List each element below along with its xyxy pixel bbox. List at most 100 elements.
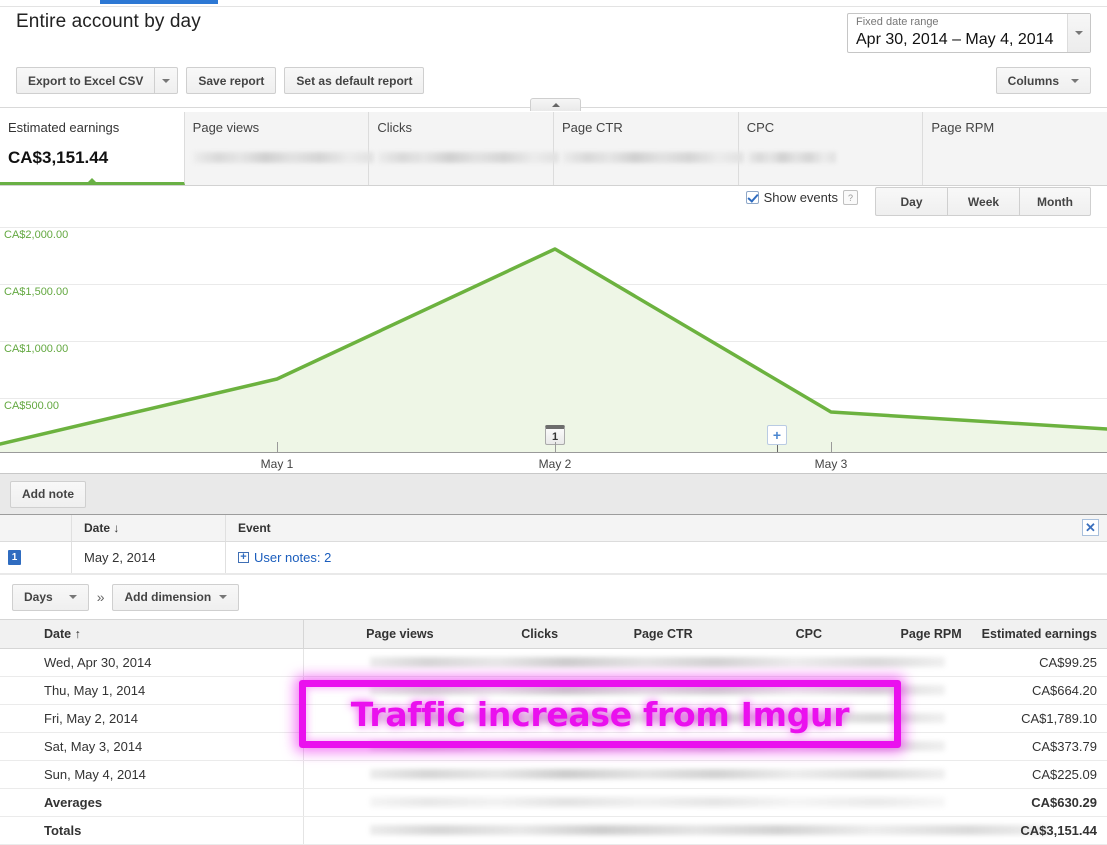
columns-button-label: Columns bbox=[1007, 73, 1059, 88]
metric-tab-page-rpm[interactable]: Page RPM bbox=[923, 112, 1107, 185]
row-redacted-metrics bbox=[303, 704, 972, 733]
column-header-page-ctr[interactable]: Page CTR bbox=[568, 619, 703, 649]
event-number-badge: 1 bbox=[8, 550, 21, 565]
column-header-cpc[interactable]: CPC bbox=[702, 619, 833, 649]
metric-tab-page-ctr[interactable]: Page CTR bbox=[554, 112, 744, 185]
x-axis-tick-label: May 3 bbox=[814, 457, 848, 471]
row-redacted-metrics bbox=[303, 760, 972, 789]
export-options-chevron-down-icon[interactable] bbox=[155, 67, 179, 94]
row-redacted-metrics bbox=[303, 648, 972, 677]
date-range-value: Apr 30, 2014 – May 4, 2014 bbox=[856, 31, 1054, 48]
metric-tab-value: CA$3,151.44 bbox=[8, 148, 109, 167]
dimension-separator: » bbox=[96, 589, 105, 605]
export-to-excel-csv-button[interactable]: Export to Excel CSV bbox=[16, 67, 156, 94]
user-notes-link[interactable]: User notes: 2 bbox=[254, 550, 331, 565]
expand-plus-icon[interactable]: + bbox=[238, 552, 249, 563]
column-header-page-views[interactable]: Page views bbox=[303, 619, 444, 649]
active-tab-indicator[interactable] bbox=[100, 0, 218, 4]
granularity-week-button[interactable]: Week bbox=[947, 187, 1019, 216]
x-axis-tick-label: May 1 bbox=[260, 457, 294, 471]
row-estimated-earnings: CA$1,789.10 bbox=[971, 704, 1107, 733]
metric-tab-estimated-earnings[interactable]: Estimated earnings CA$3,151.44 bbox=[0, 112, 185, 185]
chevron-down-icon bbox=[219, 595, 228, 599]
add-dimension-button[interactable]: Add dimension bbox=[112, 583, 240, 611]
checkbox-icon[interactable] bbox=[745, 191, 759, 204]
row-redacted-metrics bbox=[303, 816, 1050, 845]
redacted-value-blur bbox=[369, 713, 945, 723]
redacted-value-blur bbox=[369, 769, 945, 779]
redacted-value-blur bbox=[377, 152, 560, 163]
redacted-value-blur bbox=[369, 685, 945, 695]
chevron-down-icon[interactable] bbox=[1067, 14, 1090, 52]
column-header-estimated-earnings[interactable]: Estimated earnings bbox=[971, 619, 1107, 649]
page-title: Entire account by day bbox=[16, 11, 201, 32]
metric-tab-name: Page CTR bbox=[562, 120, 623, 135]
table-row-averages: Averages CA$630.29 bbox=[0, 788, 1107, 817]
metric-tab-name: Estimated earnings bbox=[8, 120, 120, 135]
set-as-default-report-button[interactable]: Set as default report bbox=[284, 67, 425, 94]
collapse-panel-handle[interactable] bbox=[530, 98, 581, 111]
days-dimension-button[interactable]: Days bbox=[12, 583, 89, 611]
notes-header-event-column: Event bbox=[238, 521, 271, 535]
redacted-value-blur bbox=[746, 152, 837, 163]
row-estimated-earnings: CA$664.20 bbox=[971, 676, 1107, 705]
row-estimated-earnings: CA$3,151.44 bbox=[971, 816, 1107, 845]
metric-tab-page-views[interactable]: Page views bbox=[185, 112, 375, 185]
report-toolbar: Export to Excel CSV Save report Set as d… bbox=[16, 67, 425, 94]
table-row: Sun, May 4, 2014 CA$225.09 bbox=[0, 760, 1107, 789]
column-header-page-rpm[interactable]: Page RPM bbox=[832, 619, 972, 649]
columns-button[interactable]: Columns bbox=[995, 67, 1091, 94]
table-row-totals: Totals CA$3,151.44 bbox=[0, 816, 1107, 845]
x-axis-tick bbox=[277, 442, 278, 453]
table-header-row: Date ↑ Page views Clicks Page CTR CPC Pa… bbox=[0, 619, 1107, 649]
close-icon[interactable]: ✕ bbox=[1082, 519, 1099, 536]
chart-add-event-button[interactable]: + bbox=[767, 425, 787, 445]
show-events-toggle[interactable]: Show events ? bbox=[745, 190, 858, 205]
notes-row-event: + User notes: 2 bbox=[226, 542, 1107, 573]
top-tab-strip bbox=[0, 0, 1107, 7]
row-estimated-earnings: CA$630.29 bbox=[971, 788, 1107, 817]
redacted-value-blur bbox=[192, 152, 375, 163]
date-range-body: Fixed date range Apr 30, 2014 – May 4, 2… bbox=[848, 14, 1067, 52]
granularity-month-button[interactable]: Month bbox=[1019, 187, 1091, 216]
notes-header-badge-column bbox=[0, 515, 72, 541]
column-header-date[interactable]: Date ↑ bbox=[0, 619, 304, 649]
granularity-day-button[interactable]: Day bbox=[875, 187, 947, 216]
events-notes-panel: Add note Date ↓ Event ✕ 1 May 2, 2014 + … bbox=[0, 473, 1107, 575]
metric-tab-name: Page views bbox=[192, 120, 260, 135]
notes-table-row: 1 May 2, 2014 + User notes: 2 bbox=[0, 542, 1107, 573]
date-range-label: Fixed date range bbox=[856, 16, 939, 28]
add-note-button[interactable]: Add note bbox=[10, 480, 86, 508]
chevron-down-icon bbox=[68, 595, 77, 599]
table-row: Fri, May 2, 2014 CA$1,789.10 bbox=[0, 704, 1107, 733]
row-estimated-earnings: CA$225.09 bbox=[971, 760, 1107, 789]
redacted-value-blur bbox=[369, 797, 945, 807]
save-report-button[interactable]: Save report bbox=[186, 67, 277, 94]
add-note-row: Add note bbox=[0, 474, 1107, 515]
row-date: Fri, May 2, 2014 bbox=[0, 704, 304, 733]
metric-tab-name: Page RPM bbox=[931, 120, 995, 135]
redacted-value-blur bbox=[369, 741, 945, 751]
column-header-clicks[interactable]: Clicks bbox=[443, 619, 569, 649]
x-axis-tick-label: May 2 bbox=[538, 457, 572, 471]
row-redacted-metrics bbox=[303, 788, 972, 817]
redacted-value-blur bbox=[369, 657, 945, 667]
date-range-selector[interactable]: Fixed date range Apr 30, 2014 – May 4, 2… bbox=[847, 13, 1091, 53]
notes-header-date-column[interactable]: Date ↓ bbox=[72, 515, 226, 541]
row-date: Wed, Apr 30, 2014 bbox=[0, 648, 304, 677]
metric-tab-name: Clicks bbox=[377, 120, 413, 135]
row-date: Thu, May 1, 2014 bbox=[0, 676, 304, 705]
metric-tab-cpc[interactable]: CPC bbox=[739, 112, 924, 185]
help-icon[interactable]: ? bbox=[843, 190, 858, 205]
metric-tab-name: CPC bbox=[746, 120, 775, 135]
metric-tab-clicks[interactable]: Clicks bbox=[369, 112, 560, 185]
row-date: Sun, May 4, 2014 bbox=[0, 760, 304, 789]
table-row: Thu, May 1, 2014 CA$664.20 bbox=[0, 676, 1107, 705]
chart-controls: Show events ? Day Week Month bbox=[0, 187, 1107, 223]
add-dimension-label: Add dimension bbox=[124, 590, 212, 604]
row-date: Sat, May 3, 2014 bbox=[0, 732, 304, 761]
row-estimated-earnings: CA$99.25 bbox=[971, 648, 1107, 677]
notes-table-header: Date ↓ Event ✕ bbox=[0, 515, 1107, 542]
granularity-button-group: Day Week Month bbox=[875, 187, 1091, 216]
dimension-bar: Days » Add dimension bbox=[0, 575, 1107, 619]
